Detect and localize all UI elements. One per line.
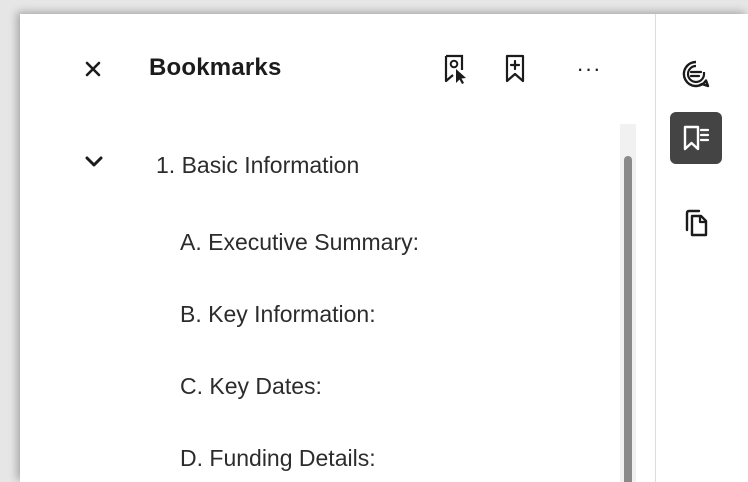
close-icon[interactable] <box>80 56 106 82</box>
comments-icon <box>681 59 711 89</box>
bookmark-item-key-dates[interactable]: C. Key Dates: <box>180 373 322 400</box>
chevron-down-icon[interactable] <box>80 148 108 176</box>
bookmark-item-funding-details[interactable]: D. Funding Details: <box>180 445 376 472</box>
bookmark-item-basic-information[interactable]: 1. Basic Information <box>156 152 359 179</box>
bookmarks-window: Bookmarks ··· 1. Basic Information A. Ex… <box>20 14 748 482</box>
copy-pages-icon <box>681 208 711 238</box>
comments-button[interactable] <box>670 48 722 100</box>
pages-button[interactable] <box>670 197 722 249</box>
add-bookmark-icon[interactable] <box>500 52 530 86</box>
bookmark-select-icon[interactable] <box>440 52 470 86</box>
bookmarks-panel: Bookmarks ··· 1. Basic Information A. Ex… <box>20 14 655 482</box>
bookmark-item-key-information[interactable]: B. Key Information: <box>180 301 376 328</box>
scrollbar-thumb[interactable] <box>624 156 632 482</box>
bookmarks-panel-button[interactable] <box>670 112 722 164</box>
panel-title: Bookmarks <box>149 54 282 81</box>
bookmarks-icon <box>681 123 711 153</box>
bookmark-item-executive-summary[interactable]: A. Executive Summary: <box>180 229 419 256</box>
more-options-icon[interactable]: ··· <box>572 54 606 84</box>
